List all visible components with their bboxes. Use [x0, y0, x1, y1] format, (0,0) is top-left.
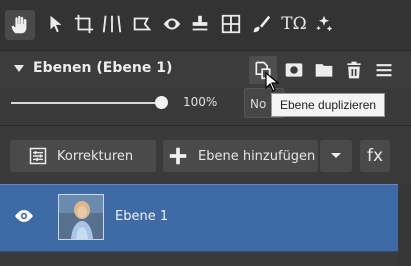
- new-group-button[interactable]: [311, 57, 337, 83]
- menu-icon: [376, 64, 392, 77]
- plus-icon: [169, 147, 187, 165]
- redeye-tool-button[interactable]: [160, 12, 184, 36]
- text-tool-button[interactable]: TΩ: [280, 12, 308, 36]
- layer-name: Ebene 1: [115, 209, 169, 224]
- layer-thumbnail-image: [59, 195, 103, 239]
- stamp-tool-button[interactable]: [188, 12, 212, 36]
- panel-menu-button[interactable]: [371, 57, 397, 83]
- mask-icon: [285, 63, 303, 77]
- arrow-cursor-icon: [50, 15, 62, 33]
- scrollbar[interactable]: [399, 184, 411, 266]
- panel-title: Ebenen (Ebene 1): [33, 60, 173, 76]
- transform-icon: [221, 14, 241, 34]
- trash-icon: [347, 61, 361, 79]
- straighten-tool-button[interactable]: [100, 12, 124, 36]
- korrekturen-label: Korrekturen: [57, 148, 134, 164]
- eye-redeye-icon: [163, 18, 181, 30]
- add-layer-label: Ebene hinzufügen: [198, 148, 316, 164]
- layer-thumbnail: [58, 194, 104, 240]
- tool-bar: TΩ: [0, 0, 411, 51]
- straighten-icon: [102, 15, 122, 33]
- add-layer-button[interactable]: Ebene hinzufügen: [163, 140, 318, 172]
- transform-tool-button[interactable]: [219, 12, 243, 36]
- hand-tool-button[interactable]: [5, 10, 35, 40]
- layer-row[interactable]: Ebene 1: [0, 184, 398, 252]
- korrekturen-button[interactable]: Korrekturen: [10, 140, 156, 172]
- selection-tool-button[interactable]: [130, 12, 154, 36]
- mouse-pointer-icon: [265, 72, 279, 92]
- opacity-slider-thumb[interactable]: [155, 96, 168, 109]
- adjustments-icon: [29, 147, 47, 165]
- collapse-arrow-icon[interactable]: [14, 65, 24, 72]
- chevron-down-icon: [331, 153, 341, 158]
- move-tool-button[interactable]: [44, 12, 68, 36]
- divider: [0, 125, 411, 126]
- text-icon: TΩ: [281, 14, 307, 34]
- layers-panel-header: Ebenen (Ebene 1): [0, 52, 411, 88]
- delete-layer-button[interactable]: [341, 57, 367, 83]
- fx-button[interactable]: fx: [360, 140, 390, 172]
- opacity-value: 100%: [183, 95, 218, 109]
- fx-label: fx: [366, 146, 384, 166]
- crop-tool-button[interactable]: [72, 12, 96, 36]
- effects-tool-button[interactable]: [312, 12, 336, 36]
- folder-icon: [315, 64, 333, 77]
- add-layer-dropdown-button[interactable]: [320, 140, 352, 172]
- hand-icon: [11, 15, 27, 34]
- stamp-icon: [192, 15, 208, 31]
- brush-icon: [253, 15, 271, 33]
- blend-mode-label: No: [250, 97, 267, 111]
- add-mask-button[interactable]: [281, 57, 307, 83]
- effects-icon: [316, 15, 333, 32]
- eye-icon[interactable]: [14, 209, 34, 223]
- crop-icon: [74, 14, 94, 34]
- selection-icon: [133, 17, 152, 31]
- opacity-slider[interactable]: [11, 102, 161, 104]
- tooltip: Ebene duplizieren: [271, 93, 386, 117]
- brush-tool-button[interactable]: [249, 12, 273, 36]
